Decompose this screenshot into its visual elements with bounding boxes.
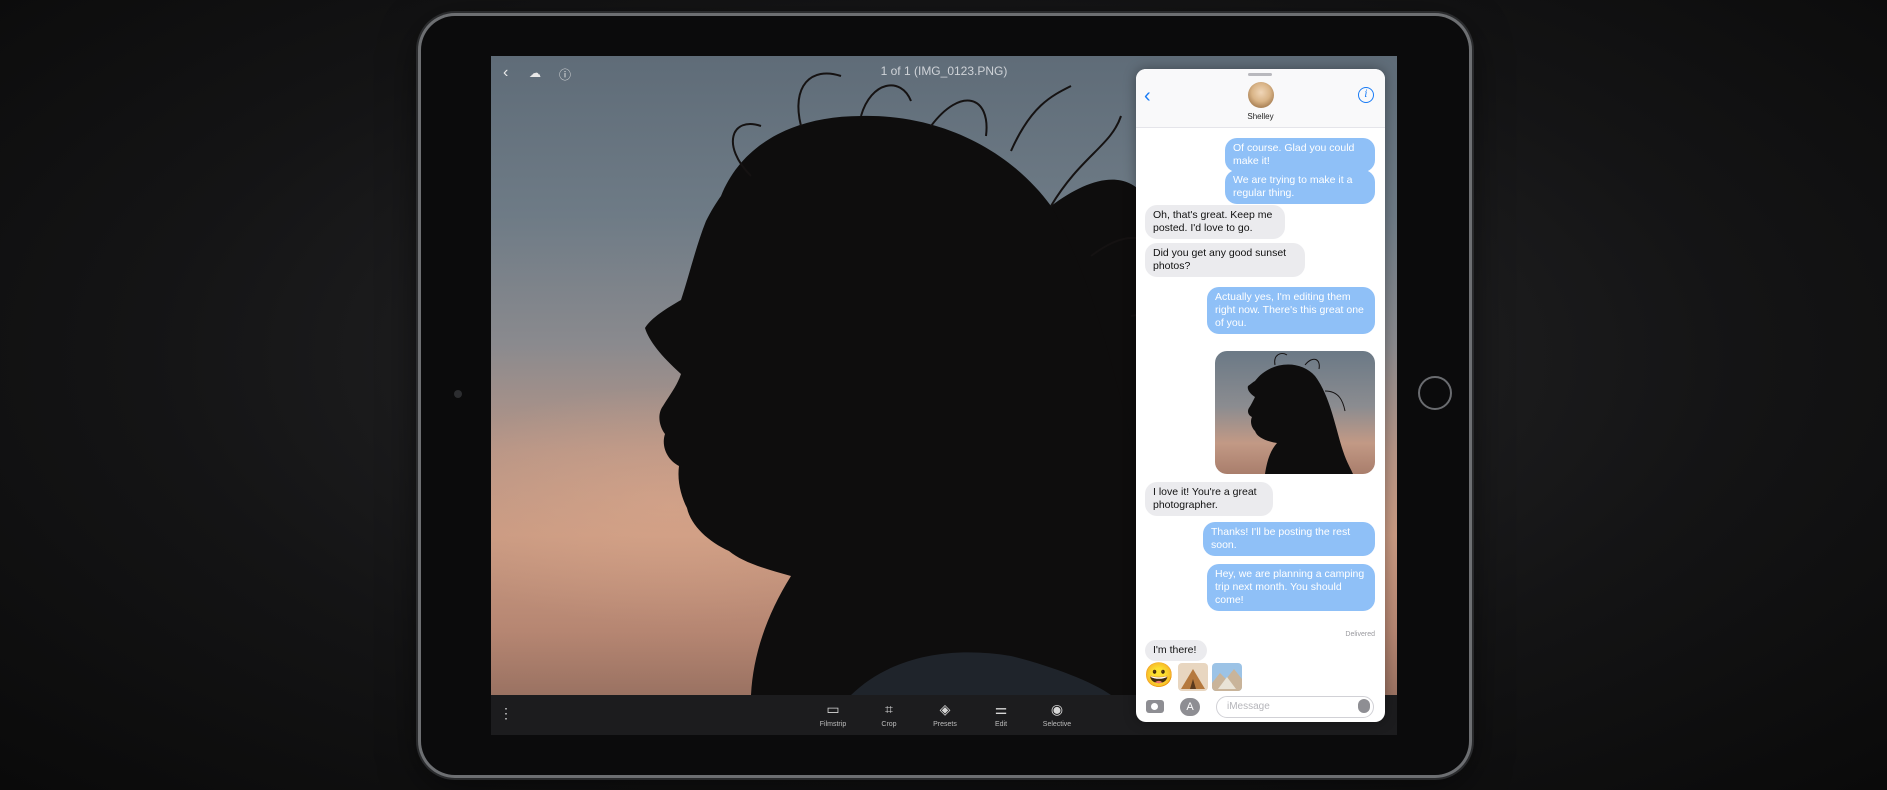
message-bubble-outgoing[interactable]: Thanks! I'll be posting the rest soon.: [1203, 522, 1375, 556]
selective-icon: ◉: [1050, 701, 1064, 717]
messages-slide-over: ‹ Shelley i Of course. Glad you could ma…: [1136, 69, 1385, 722]
tool-label: Presets: [933, 721, 957, 728]
filmstrip-icon: ▭: [826, 701, 840, 717]
tool-label: Edit: [994, 721, 1008, 728]
crop-icon: ⌗: [885, 701, 893, 717]
silhouette-thumbnail: [1247, 352, 1353, 474]
more-options-icon[interactable]: ⋮: [499, 705, 513, 722]
message-bubble-outgoing[interactable]: Of course. Glad you could make it!: [1225, 138, 1375, 172]
avatar[interactable]: [1248, 82, 1274, 108]
tool-label: Filmstrip: [819, 721, 847, 728]
edit-sliders-icon: ⚌: [994, 701, 1008, 717]
message-bubble-incoming[interactable]: I love it! You're a great photographer.: [1145, 482, 1273, 516]
tool-selective[interactable]: ◉ Selective: [1032, 701, 1082, 728]
ipad-screen: ‹ ☁ ⓘ 1 of 1 (IMG_0123.PNG) ⋮ ▭ Filmstri…: [491, 56, 1397, 735]
back-chevron-icon[interactable]: ‹: [1144, 85, 1151, 108]
tool-label: Selective: [1042, 721, 1072, 728]
tool-presets[interactable]: ◈ Presets: [920, 701, 970, 728]
tool-label: Crop: [881, 721, 897, 728]
message-bubble-incoming[interactable]: Oh, that's great. Keep me posted. I'd lo…: [1145, 205, 1285, 239]
app-store-icon[interactable]: A: [1180, 698, 1200, 716]
message-bubble-outgoing[interactable]: Hey, we are planning a camping trip next…: [1207, 564, 1375, 611]
photo-attachment-bubble[interactable]: [1215, 351, 1375, 474]
message-bubble-outgoing[interactable]: We are trying to make it a regular thing…: [1225, 170, 1375, 204]
microphone-icon[interactable]: [1358, 699, 1370, 713]
message-bubble-incoming[interactable]: I'm there!: [1145, 640, 1207, 661]
info-icon[interactable]: i: [1358, 87, 1374, 103]
conversation-header: ‹ Shelley i: [1136, 69, 1385, 128]
contact-name: Shelley: [1247, 112, 1274, 121]
slide-over-grabber[interactable]: [1248, 73, 1272, 76]
message-bubble-outgoing[interactable]: Actually yes, I'm editing them right now…: [1207, 287, 1375, 334]
tool-edit[interactable]: ⚌ Edit: [976, 701, 1026, 728]
tent-sticker-icon[interactable]: [1178, 663, 1208, 691]
delivered-status: Delivered: [1345, 631, 1375, 638]
camping-photo-sticker-icon[interactable]: [1212, 663, 1242, 691]
grinning-face-emoji[interactable]: 😀: [1144, 661, 1174, 691]
camera-icon[interactable]: [1146, 700, 1164, 713]
tool-crop[interactable]: ⌗ Crop: [864, 701, 914, 728]
home-button[interactable]: [1418, 376, 1452, 410]
presets-icon: ◈: [939, 701, 951, 717]
front-camera: [454, 390, 462, 398]
message-input[interactable]: iMessage: [1216, 696, 1374, 718]
message-bubble-incoming[interactable]: Did you get any good sunset photos?: [1145, 243, 1305, 277]
tool-filmstrip[interactable]: ▭ Filmstrip: [808, 701, 858, 728]
message-compose-bar: A iMessage: [1136, 694, 1385, 722]
